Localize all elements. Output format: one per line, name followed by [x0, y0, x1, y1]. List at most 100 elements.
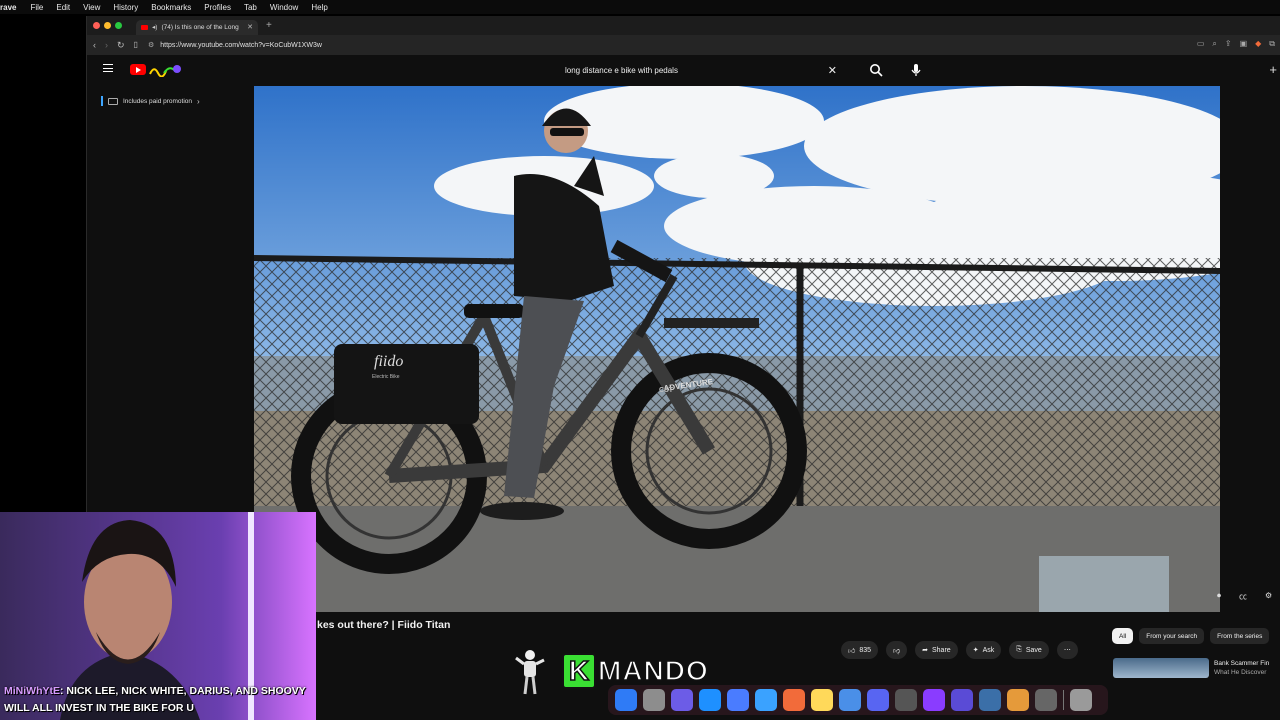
site-settings-icon[interactable]: ⚙ [148, 41, 154, 49]
microphone-icon[interactable] [909, 63, 923, 77]
discord-icon[interactable] [867, 689, 889, 711]
dock-separator [1063, 690, 1064, 710]
trash-icon[interactable] [1070, 689, 1092, 711]
grid-app-icon[interactable] [951, 689, 973, 711]
recommendation-chips: All From your search From the series [1112, 628, 1270, 644]
bookmark-save-icon: ⎘ [1016, 646, 1022, 653]
menu-history[interactable]: History [113, 3, 138, 12]
chat-message: MiNiWhYtE: NICK LEE, NICK WHITE, DARIUS,… [4, 683, 314, 717]
launchpad-icon[interactable] [643, 689, 665, 711]
back-icon[interactable]: ‹ [93, 40, 96, 51]
like-button[interactable]: 👍︎ 835 [841, 641, 879, 659]
chevron-right-icon: › [197, 96, 200, 106]
brave-icon[interactable] [783, 689, 805, 711]
video-frame: fiido Electric Bike ADVENTURE CST [254, 86, 1220, 612]
safari-icon[interactable] [755, 689, 777, 711]
menu-icon[interactable] [103, 64, 113, 72]
paid-promotion-notice[interactable]: Includes paid promotion › [101, 96, 200, 106]
menu-help[interactable]: Help [311, 3, 327, 12]
minimize-window-button[interactable] [104, 22, 111, 29]
video-title: kes out there? | Fiido Titan [317, 619, 451, 631]
chip-from-series[interactable]: From the series [1210, 628, 1270, 644]
bookmark-icon[interactable]: ▯ [134, 40, 138, 51]
menu-bookmarks[interactable]: Bookmarks [151, 3, 191, 12]
player-controls-right: ⏺ ㏄ ⚙ [1217, 591, 1272, 602]
screen: rave File Edit View History Bookmarks Pr… [0, 0, 1280, 720]
dislike-button[interactable]: 👎︎ [886, 641, 908, 659]
youtube-header: long distance e bike with pedals ✕ + [87, 55, 1280, 85]
chat-username: MiNiWhYtE [4, 685, 60, 697]
recommended-subtitle: What He Discover [1214, 669, 1267, 676]
recommended-title[interactable]: Bank Scammer Fin [1214, 660, 1269, 667]
preview-icon[interactable] [979, 689, 1001, 711]
xcode-icon[interactable] [699, 689, 721, 711]
clear-search-icon[interactable]: ✕ [828, 64, 837, 77]
doodle-logo-icon [149, 65, 181, 77]
captions-icon[interactable]: ㏄ [1239, 591, 1247, 602]
browser-tab[interactable]: ◂) (74) Is this one of the Long ✕ [136, 19, 258, 35]
bag-subtitle: Electric Bike [372, 374, 400, 380]
url-field[interactable]: ⚙ https://www.youtube.com/watch?v=KoCubW… [148, 41, 322, 50]
close-tab-icon[interactable]: ✕ [247, 23, 253, 31]
create-icon[interactable]: + [1269, 62, 1277, 77]
menu-view[interactable]: View [83, 3, 100, 12]
menu-profiles[interactable]: Profiles [204, 3, 231, 12]
app-store-icon[interactable] [671, 689, 693, 711]
search-box[interactable]: long distance e bike with pedals ✕ [557, 61, 857, 79]
search-icon[interactable] [869, 63, 883, 77]
menu-file[interactable]: File [30, 3, 43, 12]
share-icon: ➦ [922, 647, 928, 654]
pages-icon[interactable] [1007, 689, 1029, 711]
menu-tab[interactable]: Tab [244, 3, 257, 12]
lock-icon[interactable]: ▣ [1240, 39, 1248, 49]
reload-icon[interactable]: ↻ [117, 40, 125, 51]
zoom-icon[interactable]: ⌕ [1212, 39, 1216, 49]
menu-window[interactable]: Window [270, 3, 298, 12]
chrome-icon[interactable] [895, 689, 917, 711]
window-controls [93, 22, 122, 29]
ask-button[interactable]: ✦ Ask [965, 641, 1002, 659]
recommended-thumbnail[interactable] [1113, 658, 1209, 678]
arc-icon[interactable] [727, 689, 749, 711]
obs-icon[interactable] [1035, 689, 1057, 711]
zoom-window-button[interactable] [115, 22, 122, 29]
save-button[interactable]: ⎘ Save [1009, 641, 1049, 659]
app-menu[interactable]: rave [0, 3, 16, 12]
youtube-logo[interactable] [130, 63, 182, 77]
video-player[interactable]: fiido Electric Bike ADVENTURE CST [254, 86, 1220, 612]
share-page-icon[interactable]: ⇪ [1225, 39, 1232, 49]
video-actions: 👍︎ 835 👎︎ ➦ Share ✦ Ask ⎘ Save ⋯ [841, 641, 1078, 659]
notes-icon[interactable] [811, 689, 833, 711]
brave-shield-icon[interactable]: ◆ [1255, 39, 1261, 49]
forward-icon[interactable]: › [105, 40, 108, 51]
url-text: https://www.youtube.com/watch?v=KoCubW1X… [160, 41, 322, 49]
screen-icon[interactable]: ▭ [1197, 39, 1205, 49]
more-actions-button[interactable]: ⋯ [1056, 641, 1078, 659]
autoplay-icon[interactable]: ⏺ [1217, 591, 1221, 602]
chip-all[interactable]: All [1112, 628, 1134, 644]
recommended-video[interactable]: Bank Scammer Fin What He Discover [1113, 658, 1280, 678]
view-app-icon[interactable] [923, 689, 945, 711]
promo-accent [101, 96, 103, 106]
thumbs-down-icon: 👎︎ [893, 647, 901, 655]
youtube-favicon-icon [141, 24, 148, 30]
share-button[interactable]: ➦ Share [915, 641, 958, 659]
paid-promotion-label: Includes paid promotion [123, 97, 193, 105]
address-bar: ‹ › ↻ ▯ ⚙ https://www.youtube.com/watch?… [87, 35, 1280, 55]
overlay-k: K [562, 653, 596, 689]
chip-from-search[interactable]: From your search [1139, 628, 1205, 644]
address-bar-actions: ▭ ⌕ ⇪ ▣ ◆ ⧉ [1197, 39, 1275, 49]
tab-strip: ◂) (74) Is this one of the Long ✕ + [87, 16, 1280, 35]
search-input[interactable]: long distance e bike with pedals [557, 66, 828, 75]
mail-icon[interactable] [839, 689, 861, 711]
menu-edit[interactable]: Edit [56, 3, 70, 12]
close-window-button[interactable] [93, 22, 100, 29]
finder-icon[interactable] [615, 689, 637, 711]
youtube-play-icon [130, 64, 146, 75]
new-tab-icon[interactable]: + [266, 20, 272, 31]
tire-brand: CST [659, 387, 674, 394]
settings-icon[interactable]: ⚙ [1265, 591, 1272, 602]
more-icon: ⋯ [1063, 647, 1071, 654]
bag-logo: fiido [374, 353, 403, 370]
extensions-icon[interactable]: ⧉ [1269, 39, 1275, 49]
